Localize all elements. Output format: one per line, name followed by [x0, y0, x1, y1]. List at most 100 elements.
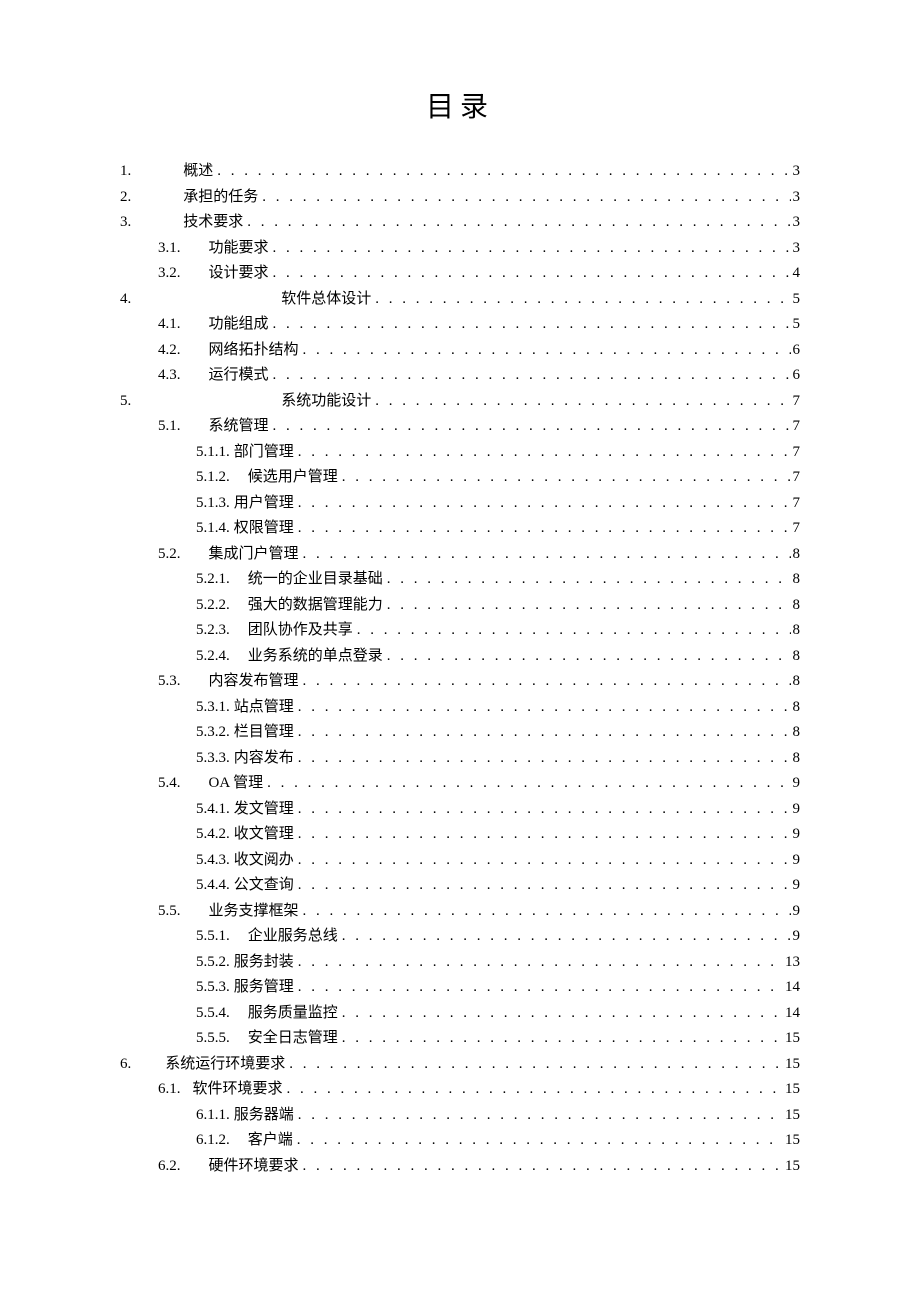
toc-leader-dots: [298, 822, 791, 848]
toc-entry-page: 4: [791, 261, 801, 287]
toc-leader-dots: [267, 771, 790, 797]
toc-entry-label: 权限管理: [234, 516, 294, 542]
toc-entry-label: 内容发布: [234, 746, 294, 772]
toc-entry: 6.1.2.客户端15: [120, 1128, 800, 1154]
toc-entry-number: 1.: [120, 159, 131, 185]
toc-entry: 5.1.3.用户管理7: [120, 491, 800, 517]
toc-entry: 6.2.硬件环境要求15: [120, 1154, 800, 1180]
toc-entry-number: 5.4.: [158, 771, 181, 797]
toc-entry-number: 5.5.: [158, 899, 181, 925]
toc-entry-page: 15: [783, 1128, 800, 1154]
toc-entry-number: 5.4.4.: [196, 873, 230, 899]
toc-entry-label: 发文管理: [234, 797, 294, 823]
toc-entry: 5.5. 业务支撑框架 9: [120, 899, 800, 925]
toc-entry-number: 3.1.: [158, 236, 181, 262]
toc-entry-page: 8: [791, 593, 801, 619]
toc-leader-dots: [387, 644, 791, 670]
toc-leader-dots: [298, 950, 783, 976]
toc-entry-number: 5.1.4.: [196, 516, 230, 542]
toc-entry: 5.3.3.内容发布8: [120, 746, 800, 772]
toc-entry: 5.2.集成门户管理8: [120, 542, 800, 568]
toc-entry-page: 3: [791, 159, 801, 185]
toc-entry-label: 服务封装: [234, 950, 294, 976]
toc-entry-label: 统一的企业目录基础: [248, 567, 383, 593]
toc-entry-page: 9: [791, 771, 801, 797]
toc-leader-dots: [298, 516, 791, 542]
toc-leader-dots: [298, 720, 791, 746]
toc-entry-number: 6.: [120, 1052, 131, 1078]
toc-entry-page: 14: [783, 1001, 800, 1027]
toc-leader-dots: [387, 593, 791, 619]
toc-entry-number: 4.3.: [158, 363, 181, 389]
toc-entry-number: 5.4.1.: [196, 797, 230, 823]
toc-entry-number: 5.2.2.: [196, 593, 230, 619]
toc-leader-dots: [303, 899, 791, 925]
toc-entry: 6.系统运行环境要求15: [120, 1052, 800, 1078]
toc-entry-page: 8: [791, 669, 801, 695]
toc-leader-dots: [342, 1026, 783, 1052]
toc-entry-number: 5.4.3.: [196, 848, 230, 874]
toc-entry-label: 硬件环境要求: [209, 1154, 299, 1180]
toc-entry-label: 强大的数据管理能力: [248, 593, 383, 619]
toc-entry-label: 软件总体设计: [281, 287, 371, 313]
toc-entry: 5.1.1.部门管理7: [120, 440, 800, 466]
toc-entry-number: 4.1.: [158, 312, 181, 338]
toc-leader-dots: [262, 185, 790, 211]
toc-entry-page: 5: [791, 312, 801, 338]
toc-entry-label: 候选用户管理: [248, 465, 338, 491]
toc-entry-page: 9: [791, 924, 801, 950]
toc-entry-number: 5.1.3.: [196, 491, 230, 517]
toc-entry-label: 运行模式: [209, 363, 269, 389]
toc-entry-number: 5.1.2.: [196, 465, 230, 491]
toc-title: 目录: [120, 85, 800, 125]
toc-entry-page: 9: [791, 899, 801, 925]
toc-leader-dots: [298, 797, 791, 823]
toc-leader-dots: [298, 440, 791, 466]
toc-entry-page: 8: [791, 746, 801, 772]
toc-entry-number: 2.: [120, 185, 131, 211]
toc-entry: 3.技术要求3: [120, 210, 800, 236]
toc-entry: 5.3.2.栏目管理8: [120, 720, 800, 746]
toc-leader-dots: [298, 873, 791, 899]
toc-leader-dots: [298, 848, 791, 874]
toc-entry-label: 业务支撑框架: [209, 899, 299, 925]
toc-entry-label: 概述: [183, 159, 213, 185]
toc-entry: 1. 概述 3: [120, 159, 800, 185]
toc-leader-dots: [273, 363, 791, 389]
toc-entry-label: 安全日志管理: [248, 1026, 338, 1052]
toc-entry-page: 15: [783, 1154, 800, 1180]
toc-entry-page: 14: [783, 975, 800, 1001]
toc-entry-label: 系统运行环境要求: [165, 1052, 285, 1078]
toc-entry: 2.承担的任务3: [120, 185, 800, 211]
toc-leader-dots: [273, 236, 791, 262]
toc-leader-dots: [303, 542, 791, 568]
document-page: 目录 1.概述32.承担的任务33.技术要求33.1.功能要求33.2.设计要求…: [0, 0, 920, 1302]
toc-entry-number: 5.1.: [158, 414, 181, 440]
toc-leader-dots: [342, 924, 791, 950]
toc-entry-number: 5.2.3.: [196, 618, 230, 644]
toc-entry: 5.3.内容发布管理8: [120, 669, 800, 695]
toc-entry-number: 5.4.2.: [196, 822, 230, 848]
toc-entry-label: 用户管理: [234, 491, 294, 517]
toc-leader-dots: [357, 618, 791, 644]
toc-entry: 5.1.2.候选用户管理7: [120, 465, 800, 491]
toc-leader-dots: [298, 695, 791, 721]
toc-entry: 5.5.1.企业服务总线9: [120, 924, 800, 950]
toc-entry-page: 15: [783, 1103, 800, 1129]
toc-entry-number: 5.5.5.: [196, 1026, 230, 1052]
toc-entry-number: 4.2.: [158, 338, 181, 364]
toc-entry: 5.2.2. 强大的数据管理能力 8: [120, 593, 800, 619]
toc-entry: 4.软件总体设计5: [120, 287, 800, 313]
toc-entry: 5.4.1.发文管理9: [120, 797, 800, 823]
toc-entry-page: 8: [791, 644, 801, 670]
toc-entry-label: 功能要求: [209, 236, 269, 262]
toc-entry-number: 5.2.1.: [196, 567, 230, 593]
toc-leader-dots: [247, 210, 790, 236]
toc-entry-number: 6.1.: [158, 1077, 181, 1103]
toc-entry-number: 3.2.: [158, 261, 181, 287]
toc-leader-dots: [387, 567, 791, 593]
toc-entry-label: 内容发布管理: [209, 669, 299, 695]
toc-entry-page: 15: [783, 1026, 800, 1052]
toc-entry-label: 公文查询: [234, 873, 294, 899]
toc-entry: 5.系统功能设计7: [120, 389, 800, 415]
